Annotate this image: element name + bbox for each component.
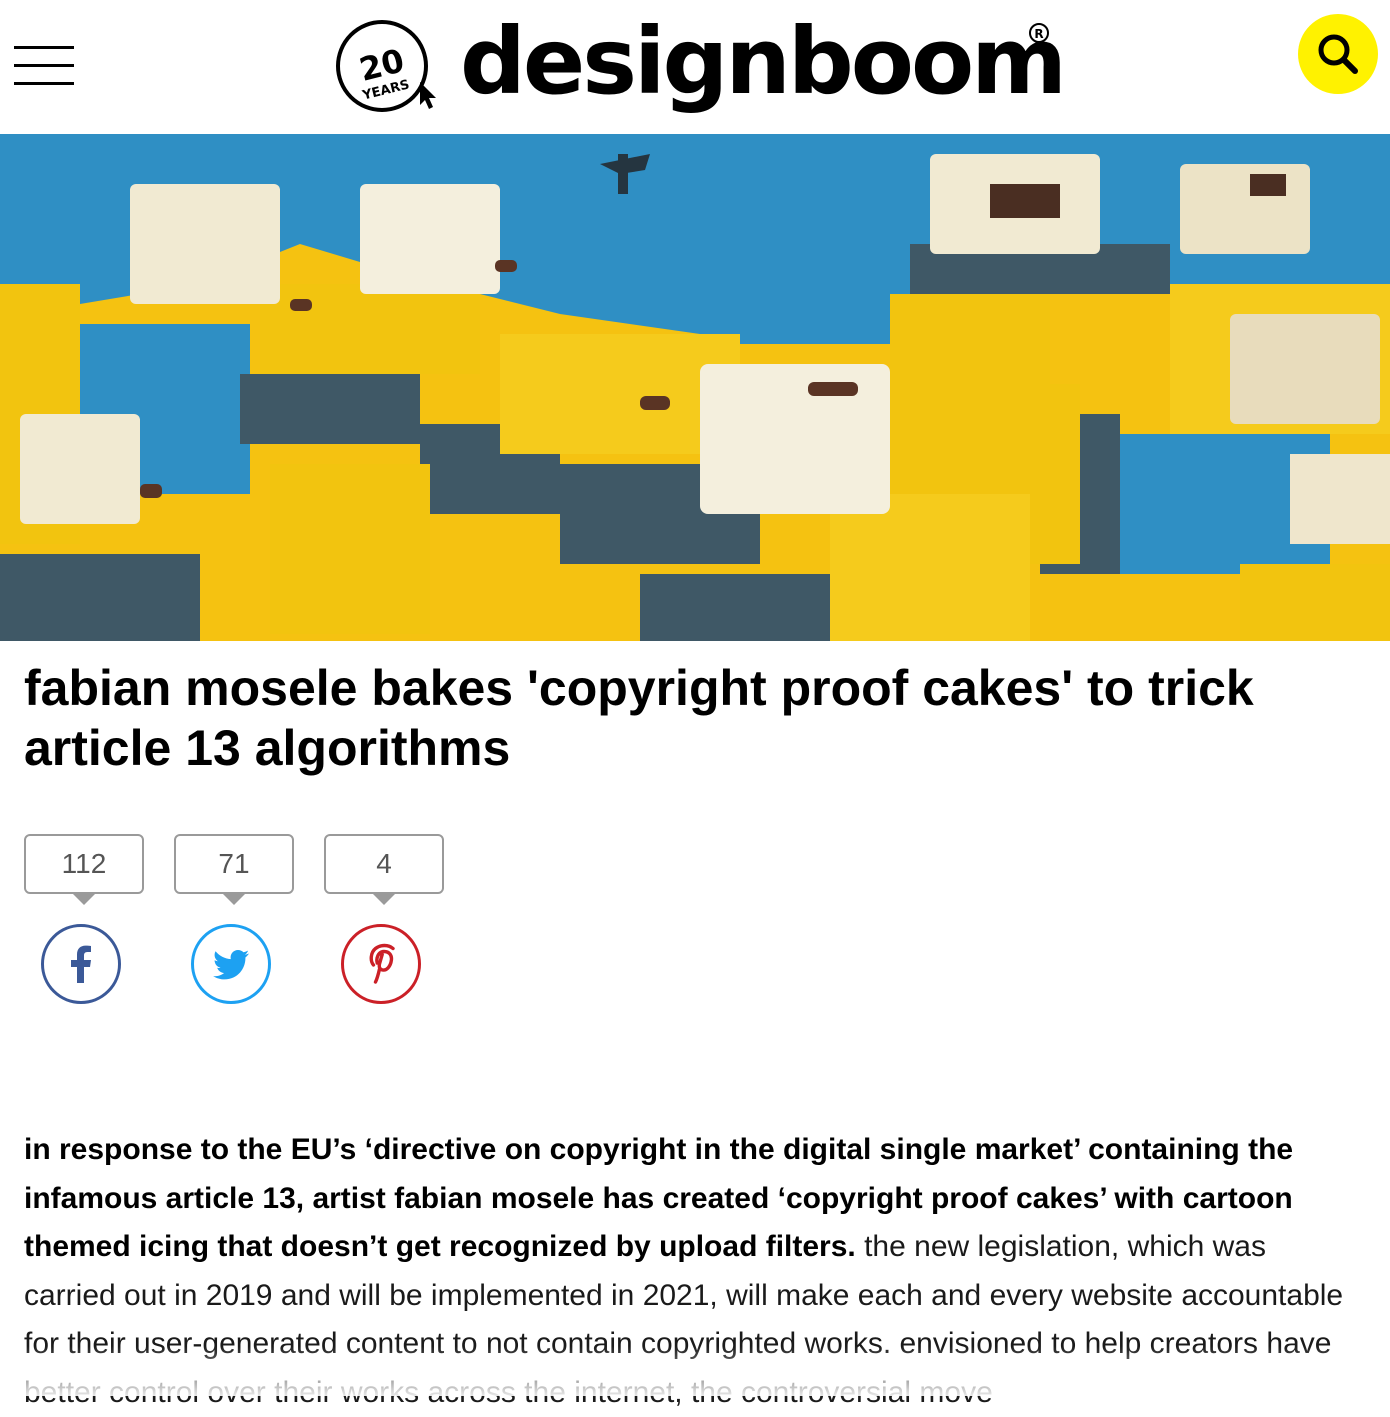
- facebook-icon: [71, 945, 91, 983]
- cursor-arrow-icon: [420, 82, 436, 109]
- article-title: fabian mosele bakes 'copyright proof cak…: [24, 660, 1254, 776]
- twitter-share-button[interactable]: [191, 924, 271, 1004]
- count-pointer: [372, 893, 396, 905]
- search-button[interactable]: [1298, 14, 1378, 94]
- menu-icon[interactable]: [14, 44, 76, 88]
- anniversary-badge[interactable]: 20 YEARS: [336, 18, 448, 114]
- share-count: 4: [324, 834, 444, 894]
- share-count: 71: [174, 834, 294, 894]
- count-pointer: [222, 893, 246, 905]
- article-intro: in response to the EU’s ‘directive on co…: [24, 1126, 1354, 1417]
- hero-image: [0, 134, 1390, 641]
- share-pinterest: 4: [324, 834, 444, 1010]
- search-icon: [1318, 34, 1358, 74]
- brand-logo[interactable]: designboom: [460, 2, 1067, 122]
- registered-mark-icon: R: [1029, 23, 1049, 43]
- share-count: 112: [24, 834, 144, 894]
- share-facebook: 112: [24, 834, 144, 1010]
- svg-text:R: R: [1034, 27, 1043, 41]
- count-pointer: [72, 893, 96, 905]
- share-twitter: 71: [174, 834, 294, 1010]
- twitter-icon: [213, 950, 249, 980]
- pinterest-icon: [369, 943, 395, 984]
- facebook-share-button[interactable]: [41, 924, 121, 1004]
- site-header: 20 YEARS designboom R: [0, 0, 1390, 134]
- pinterest-share-button[interactable]: [341, 924, 421, 1004]
